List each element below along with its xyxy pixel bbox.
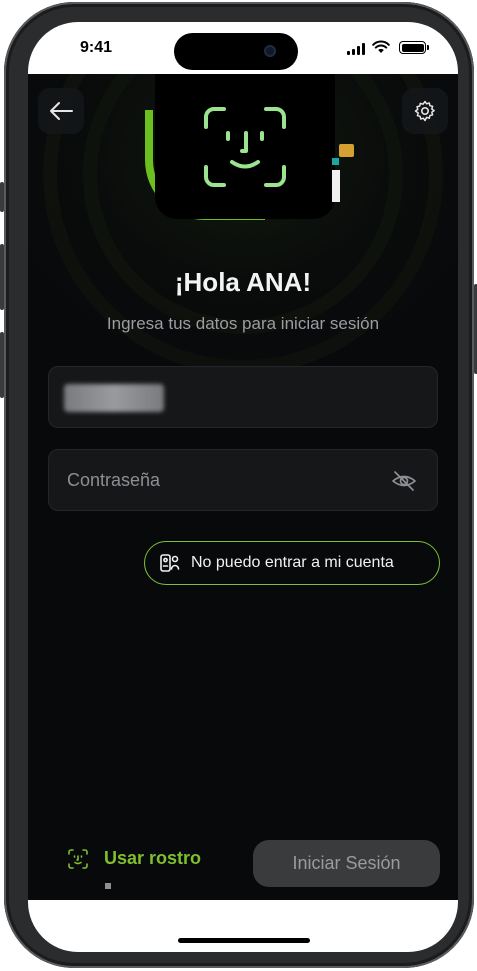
dynamic-island — [174, 33, 298, 70]
back-button[interactable] — [38, 88, 84, 134]
face-id-icon — [68, 848, 88, 869]
settings-button[interactable] — [402, 88, 448, 134]
id-card-icon — [160, 554, 180, 572]
use-face-button[interactable]: Usar rostro — [68, 848, 201, 869]
indicator-dot — [105, 883, 111, 889]
volume-up-button — [0, 244, 4, 310]
login-label: Iniciar Sesión — [292, 853, 401, 873]
use-face-label: Usar rostro — [104, 848, 202, 868]
face-id-overlay — [155, 74, 335, 219]
phone-frame: 9:41 ¡Hola ANA! Ingresa tus datos para i… — [0, 2, 477, 968]
eye-off-icon[interactable] — [391, 469, 417, 493]
login-button[interactable]: Iniciar Sesión — [253, 840, 440, 887]
cellular-signal-icon — [347, 43, 367, 55]
face-id-icon — [204, 106, 286, 187]
wifi-icon — [372, 40, 390, 53]
arrow-left-icon — [50, 102, 73, 120]
battery-icon — [399, 41, 429, 54]
brand-logo — [145, 74, 355, 234]
home-indicator-area — [28, 900, 458, 952]
gear-icon — [414, 100, 435, 122]
password-input[interactable] — [67, 450, 367, 510]
status-time: 9:41 — [80, 39, 113, 56]
mute-switch — [0, 182, 4, 212]
cant-enter-button[interactable]: No puedo entrar a mi cuenta — [144, 541, 440, 585]
login-screen: ¡Hola ANA! Ingresa tus datos para inicia… — [28, 74, 458, 900]
status-bar: 9:41 — [28, 22, 458, 74]
volume-down-button — [0, 332, 4, 398]
home-indicator[interactable] — [178, 938, 310, 943]
camera-icon — [264, 45, 276, 57]
username-value-blurred — [64, 384, 164, 412]
screen: 9:41 ¡Hola ANA! Ingresa tus datos para i… — [28, 22, 458, 952]
greeting-title: ¡Hola ANA! — [174, 267, 312, 297]
password-field[interactable] — [48, 449, 438, 511]
subtitle: Ingresa tus datos para iniciar sesión — [106, 314, 380, 333]
username-field[interactable] — [48, 366, 438, 428]
cant-enter-label: No puedo entrar a mi cuenta — [191, 554, 394, 571]
